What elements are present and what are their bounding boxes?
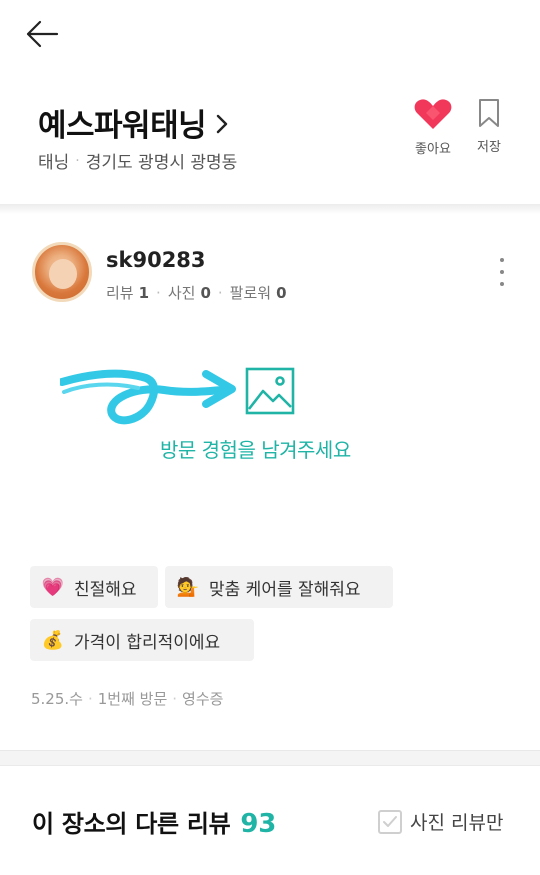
followers-count: 0 — [276, 283, 287, 302]
stat-separator: · — [217, 283, 223, 302]
back-arrow-icon[interactable] — [22, 16, 62, 52]
stat-separator: · — [156, 283, 161, 302]
place-meta: 태닝 · 경기도 광명시 광명동 — [38, 148, 238, 174]
tag-item: 💁 맞춤 케어를 잘해줘요 — [165, 566, 393, 608]
photo-only-label: 사진 리뷰만 — [410, 812, 504, 834]
visit-separator: · — [172, 689, 178, 708]
other-reviews-section: 이 장소의 다른 리뷰 93 사진 리뷰만 — [0, 766, 540, 875]
heart-icon — [414, 99, 452, 134]
placeholder-text: 방문 경험을 남겨주세요 — [160, 438, 351, 462]
money-emoji-icon: 💰 — [41, 629, 65, 651]
add-photo-placeholder[interactable]: 방문 경험을 남겨주세요 — [60, 350, 480, 470]
arrow-scribble-icon — [60, 369, 236, 425]
chevron-right-icon — [216, 114, 228, 134]
other-reviews-heading: 이 장소의 다른 리뷰 — [32, 810, 231, 838]
photos-count: 0 — [200, 283, 211, 302]
checkbox-icon[interactable] — [378, 809, 402, 834]
bookmark-icon — [477, 99, 501, 132]
visit-date: 5.25.수 — [31, 690, 83, 708]
other-reviews-count: 93 — [240, 809, 276, 839]
save-label: 저장 — [477, 140, 501, 155]
person-emoji-icon: 💁 — [176, 576, 200, 598]
user-stats: 리뷰 1 · 사진 0 · 팔로워 0 — [106, 282, 287, 303]
tag-label: 맞춤 케어를 잘해줘요 — [209, 579, 361, 600]
other-reviews-title: 이 장소의 다른 리뷰 93 — [32, 804, 276, 839]
visit-separator: · — [87, 689, 93, 708]
photos-label: 사진 — [167, 284, 196, 302]
place-title-link[interactable]: 예스파워태닝 — [38, 100, 228, 145]
review-card: sk90283 리뷰 1 · 사진 0 · 팔로워 0 방문 경험을 남겨주세요… — [0, 214, 540, 754]
followers-label: 팔로워 — [229, 284, 272, 302]
place-location: 경기도 광명시 광명동 — [85, 153, 238, 173]
avatar[interactable] — [32, 242, 92, 302]
tag-label: 가격이 합리적이에요 — [74, 632, 221, 653]
place-category: 태닝 — [38, 153, 70, 173]
tag-item: 💰 가격이 합리적이에요 — [30, 619, 254, 661]
more-options-icon[interactable] — [494, 258, 510, 286]
visit-verification: 영수증 — [182, 690, 224, 708]
place-name: 예스파워태닝 — [38, 108, 207, 144]
header-divider — [0, 204, 540, 214]
reviews-label: 리뷰 — [106, 284, 134, 302]
photo-only-filter[interactable]: 사진 리뷰만 — [378, 808, 503, 835]
image-icon — [245, 367, 295, 415]
tag-label: 친절해요 — [74, 579, 137, 600]
meta-separator: · — [75, 152, 80, 169]
visit-info: 5.25.수 · 1번째 방문 · 영수증 — [31, 688, 223, 709]
heart-emoji-icon: 💗 — [41, 576, 65, 598]
save-button[interactable]: 저장 — [462, 98, 516, 155]
like-label: 좋아요 — [415, 142, 451, 157]
section-divider — [0, 750, 540, 766]
user-name[interactable]: sk90283 — [106, 248, 206, 272]
place-header: 예스파워태닝 태닝 · 경기도 광명시 광명동 좋아요 저장 — [0, 70, 540, 204]
tag-item: 💗 친절해요 — [30, 566, 158, 608]
visit-count: 1번째 방문 — [97, 690, 168, 708]
top-bar — [0, 0, 540, 70]
reviews-count: 1 — [138, 283, 150, 302]
like-button[interactable]: 좋아요 — [406, 98, 460, 157]
